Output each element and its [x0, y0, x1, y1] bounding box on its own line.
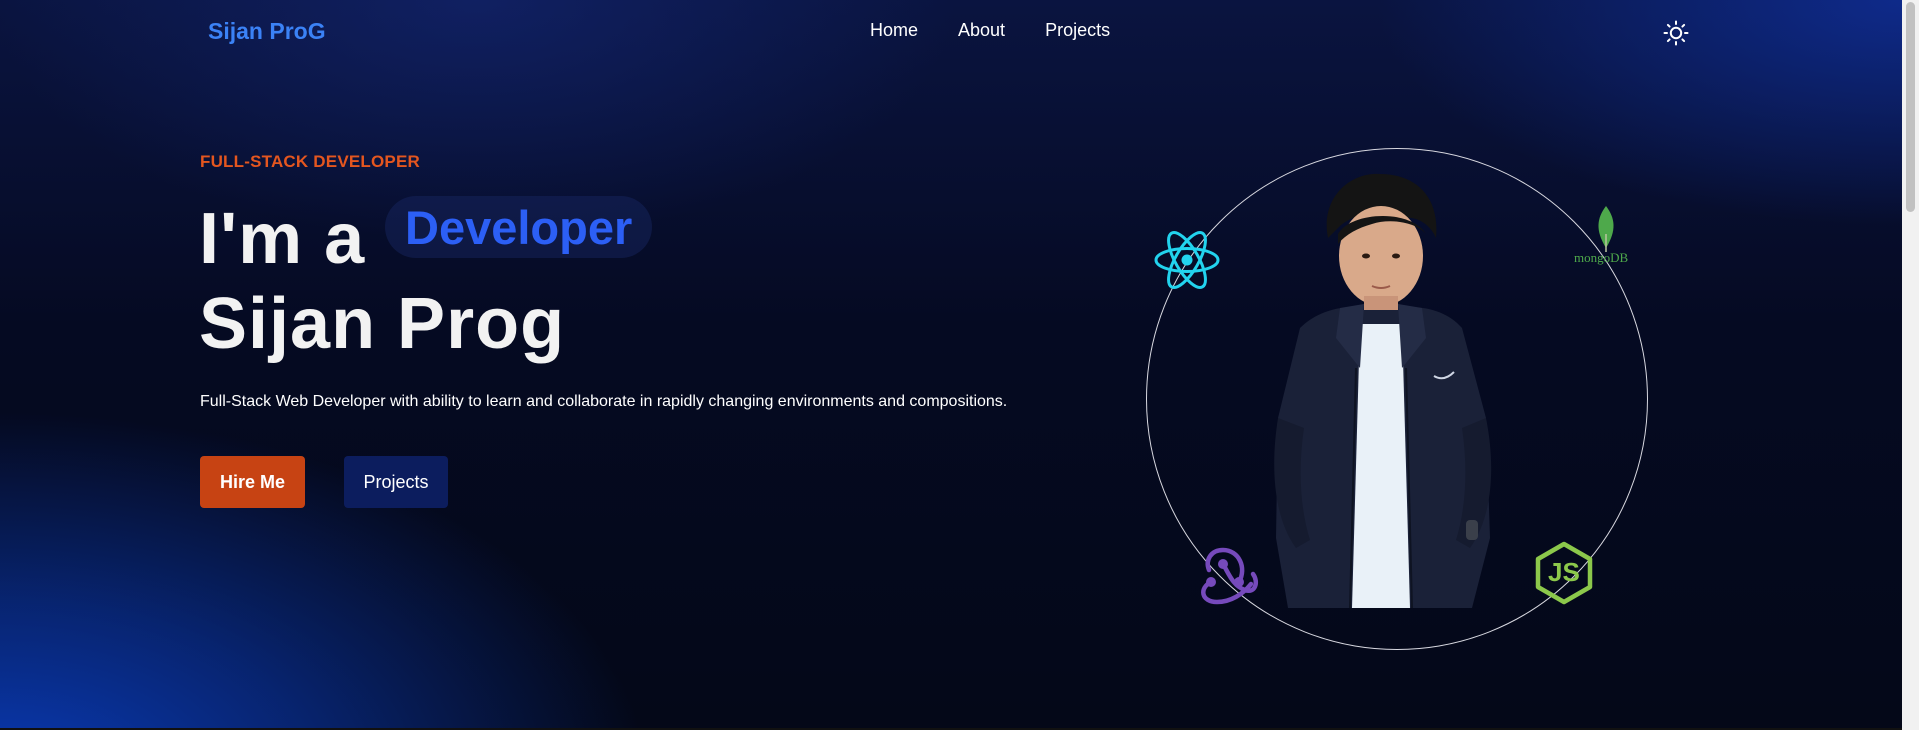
mongodb-icon: mongoDB: [1573, 204, 1639, 270]
hero-description: Full-Stack Web Developer with ability to…: [200, 393, 1008, 410]
redux-icon: [1201, 547, 1258, 605]
typed-role: Developer: [385, 196, 653, 258]
sun-icon: [1663, 20, 1689, 46]
main-nav: Home About Projects: [870, 20, 1110, 41]
scrollbar-thumb[interactable]: [1906, 2, 1915, 212]
hero-page: Sijan ProG Home About Projects FULL-STAC…: [0, 0, 1902, 728]
site-logo[interactable]: Sijan ProG: [208, 18, 326, 45]
hero-headline: I'm a: [199, 190, 365, 283]
hero-name: Sijan Prog: [199, 284, 566, 364]
projects-button[interactable]: Projects: [344, 456, 448, 508]
mongodb-label: mongoDB: [1574, 250, 1629, 265]
hire-me-button[interactable]: Hire Me: [200, 456, 305, 508]
theme-toggle-button[interactable]: [1662, 19, 1690, 47]
nodejs-label: JS: [1548, 557, 1580, 587]
react-icon: [1154, 231, 1220, 289]
nav-projects[interactable]: Projects: [1045, 20, 1110, 41]
nodejs-icon: JS: [1534, 541, 1594, 605]
nav-home[interactable]: Home: [870, 20, 918, 41]
headline-prefix: I'm a: [199, 198, 366, 279]
hero-eyebrow: FULL-STACK DEVELOPER: [200, 152, 420, 171]
portrait-image: [1274, 173, 1492, 608]
nav-about[interactable]: About: [958, 20, 1005, 41]
